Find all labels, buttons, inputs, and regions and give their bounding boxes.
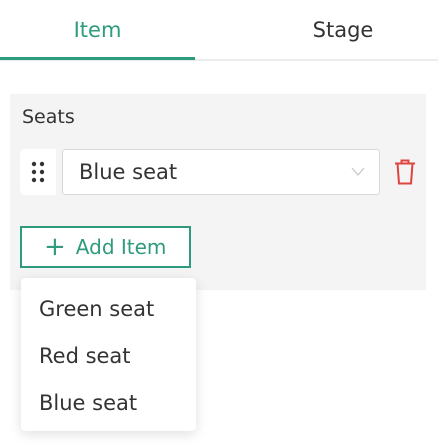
add-item-button[interactable]: + Add Item [20, 226, 191, 268]
chevron-down-icon [351, 167, 365, 176]
trash-icon[interactable] [394, 159, 416, 185]
active-tab-indicator [0, 57, 195, 60]
seat-select[interactable]: Blue seat [62, 149, 380, 195]
seats-panel: Seats Blue seat + Add Item [10, 94, 426, 290]
tab-item-label: Item [73, 17, 122, 42]
drag-handle[interactable] [20, 149, 56, 195]
seat-dropdown-menu: Green seat Red seat Blue seat [21, 278, 196, 431]
tab-item[interactable]: Item [0, 0, 195, 59]
dropdown-option-blue-seat[interactable]: Blue seat [21, 380, 196, 427]
dropdown-option-red-seat[interactable]: Red seat [21, 333, 196, 380]
seats-label: Seats [22, 106, 75, 128]
plus-icon: + [44, 232, 66, 262]
app-root: Item Stage Seats Blue seat + Add Item Gr… [0, 0, 438, 445]
tab-bar: Item Stage [0, 0, 438, 61]
drag-handle-icon [31, 161, 45, 183]
seat-select-value: Blue seat [79, 160, 178, 184]
tab-stage[interactable]: Stage [248, 0, 438, 59]
dropdown-option-green-seat[interactable]: Green seat [21, 286, 196, 333]
tab-stage-label: Stage [312, 17, 374, 42]
seat-row: Blue seat [20, 149, 420, 196]
add-item-label: Add Item [75, 235, 167, 259]
